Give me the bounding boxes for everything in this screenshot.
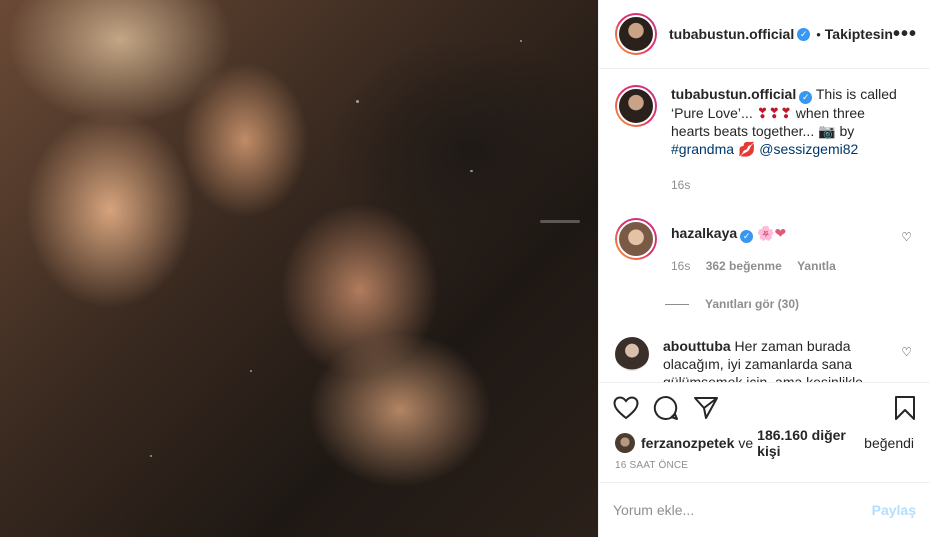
reply-button[interactable]: Yanıtla: [797, 259, 836, 273]
comments-list[interactable]: tubabustun.official ✓ This is called ‘Pur…: [599, 69, 930, 382]
author-avatar[interactable]: [615, 13, 657, 55]
caption-username[interactable]: tubabustun.official: [671, 86, 796, 102]
photo-speck: [250, 370, 252, 372]
comment-text: 🌸❤: [757, 225, 787, 241]
comment-username[interactable]: hazalkaya: [671, 225, 737, 241]
photo-speck: [356, 100, 359, 103]
add-comment-bar: Paylaş: [599, 482, 930, 537]
photo-speck: [470, 170, 473, 172]
bookmark-icon[interactable]: [894, 395, 916, 421]
comment-avatar[interactable]: [615, 337, 649, 371]
follow-status-button[interactable]: Takiptesin: [825, 26, 893, 42]
comment-input[interactable]: [613, 502, 872, 518]
verified-icon: ✓: [797, 27, 811, 41]
separator-dot: •: [816, 26, 821, 42]
post-comment-button[interactable]: Paylaş: [872, 502, 916, 518]
divider-line: [665, 303, 689, 305]
post-header: tubabustun.official ✓ • Takiptesin •••: [599, 0, 930, 69]
caption-time: 16s: [671, 178, 691, 192]
photo-speck: [150, 455, 152, 457]
verified-icon: ✓: [799, 91, 813, 104]
caption-avatar[interactable]: [615, 85, 657, 127]
author-username[interactable]: tubabustun.official: [669, 26, 794, 42]
caption: tubabustun.official ✓ This is called ‘Pur…: [615, 85, 914, 192]
verified-icon: ✓: [740, 230, 754, 243]
more-icon[interactable]: •••: [893, 23, 917, 46]
photo-speck: [520, 40, 522, 42]
post-modal: tubabustun.official ✓ • Takiptesin ••• t…: [0, 0, 930, 537]
comment-icon[interactable]: [653, 395, 679, 421]
view-replies-button[interactable]: Yanıtları gör (30): [665, 297, 914, 311]
lips-emoji: 💋: [737, 141, 756, 157]
liker-username[interactable]: ferzanozpetek: [641, 435, 734, 451]
likes-suffix: beğendi: [864, 435, 914, 451]
likes-connector: ve: [738, 435, 754, 451]
post-sidebar: tubabustun.official ✓ • Takiptesin ••• t…: [598, 0, 930, 537]
comment-item: abouttuba Her zaman burada olacağım, iyi…: [615, 337, 914, 382]
camera-emoji: 📷: [818, 123, 836, 139]
post-photo[interactable]: [0, 0, 598, 537]
share-icon[interactable]: [693, 396, 719, 420]
heart-icon[interactable]: ♡: [901, 230, 912, 244]
comment-item: hazalkaya ✓ 🌸❤ 16s 362 beğenme Yanıtla ♡: [615, 218, 914, 273]
likes-summary: ferzanozpetek ve 186.160 diğer kişi beğe…: [599, 427, 930, 459]
action-bar: [599, 382, 930, 432]
comment-username[interactable]: abouttuba: [663, 338, 731, 354]
liker-avatar[interactable]: [615, 433, 635, 453]
caption-by: by: [839, 123, 855, 139]
hashtag-link[interactable]: #grandma: [671, 141, 734, 157]
hearts-emoji: ❣❣❣: [756, 105, 792, 121]
photo-glare: [540, 220, 580, 223]
heart-icon[interactable]: [613, 395, 639, 420]
mention-link[interactable]: @sessizgemi82: [759, 141, 858, 157]
comment-likes[interactable]: 362 beğenme: [706, 259, 782, 273]
comment-avatar[interactable]: [615, 218, 657, 260]
view-replies-label[interactable]: Yanıtları gör (30): [705, 297, 799, 311]
post-timestamp[interactable]: 16 SAAT ÖNCE: [599, 454, 930, 476]
comment-time: 16s: [671, 259, 691, 273]
heart-icon[interactable]: ♡: [901, 345, 912, 359]
